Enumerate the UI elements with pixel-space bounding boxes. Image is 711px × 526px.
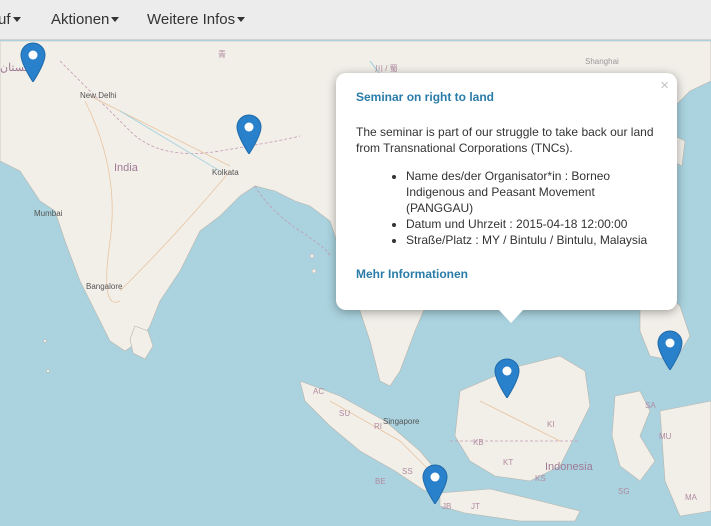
map-label-be: BE [375,477,386,486]
popup-tip [498,309,524,323]
map-pin-icon [20,42,46,82]
map-label-indonesia: Indonesia [545,461,593,473]
map-marker-selected[interactable] [494,358,520,398]
detail-datetime: Datum und Uhrzeit : 2015-04-18 12:00:00 [406,216,657,232]
map-label-ss: SS [402,467,413,476]
detail-location: Straße/Platz : MY / Bintulu / Bintulu, M… [406,232,657,248]
marker-popup: × Seminar on right to land The seminar i… [336,73,677,310]
caret-down-icon [12,17,21,22]
map-marker[interactable] [20,42,46,82]
map-label-jt: JT [471,502,480,511]
caret-down-icon [111,17,120,22]
map-label-ri: RI [374,422,382,431]
top-navbar: uf Aktionen Weitere Infos [0,0,711,40]
map-label-ac: AC [313,387,325,396]
map-label-sg: SG [618,487,630,496]
nav-menu-truncated[interactable]: uf [0,0,21,40]
map-label-mu: MU [659,432,672,441]
map-pin-icon [494,358,520,398]
map-marker[interactable] [657,330,683,370]
map-label-su: SU [339,409,351,418]
popup-details-list: Name des/der Organisator*in : Borneo Ind… [356,168,657,248]
nav-menu-label: Weitere Infos [147,11,236,28]
close-icon[interactable]: × [660,78,669,94]
map-label-shanghai: Shanghai [585,57,619,66]
map-pin-icon [657,330,683,370]
map-label-ki: KI [547,420,555,429]
popup-title: Seminar on right to land [356,90,495,104]
map-label-qinghai: 青 [218,50,226,59]
map-pin-icon [236,114,262,154]
nav-menu-weitere-infos[interactable]: Weitere Infos [147,0,246,40]
map-marker[interactable] [422,464,448,504]
nav-menu-label: uf [0,11,11,28]
map-label-mumbai: Mumbai [34,209,63,218]
caret-down-icon [237,17,246,22]
map-label-kt: KT [503,458,514,467]
map-label-ma: MA [685,493,697,502]
popup-description: The seminar is part of our struggle to t… [356,125,654,155]
detail-organizer: Name des/der Organisator*in : Borneo Ind… [406,168,657,216]
nav-menu-aktionen[interactable]: Aktionen [51,0,120,40]
map-pin-icon [422,464,448,504]
map-marker[interactable] [236,114,262,154]
map-label-kolkata: Kolkata [212,168,239,177]
map-label-singapore: Singapore [383,417,420,426]
more-info-link[interactable]: Mehr Informationen [356,266,657,282]
map-label-bangalore: Bangalore [86,282,123,291]
map-label-sa: SA [645,401,656,410]
nav-menu-label: Aktionen [51,11,110,28]
map-label-new-delhi: New Delhi [80,91,117,100]
map-label-kb: KB [473,438,484,447]
map-label-ks: KS [535,474,546,483]
map-label-india: India [114,162,138,174]
